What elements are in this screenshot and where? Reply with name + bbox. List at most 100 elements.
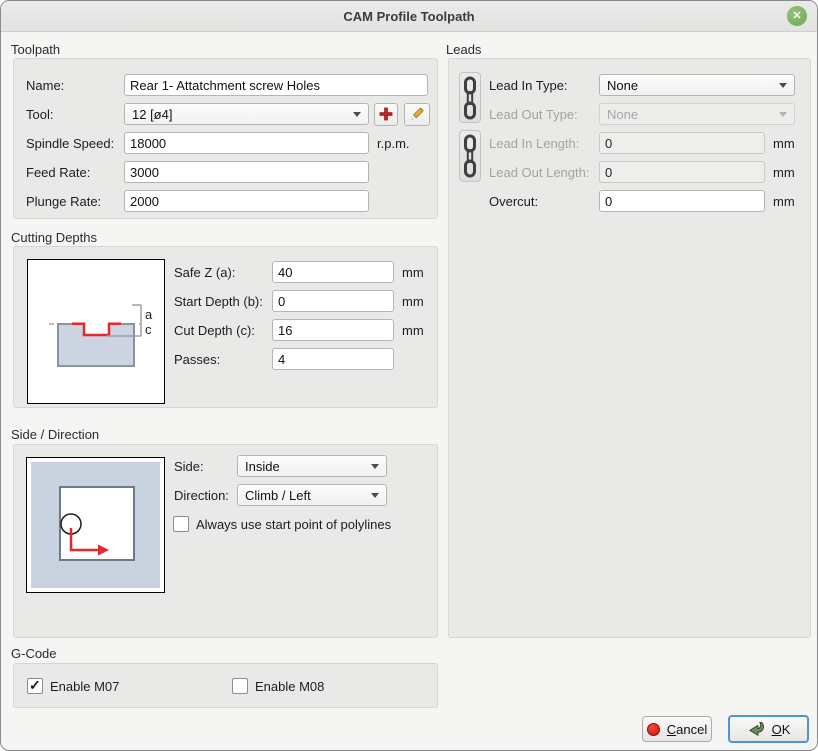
chevron-down-icon <box>779 83 787 88</box>
start-point-checkbox[interactable] <box>173 516 189 532</box>
cancel-button[interactable]: Cancel <box>642 716 712 742</box>
window-title: CAM Profile Toolpath <box>343 9 474 24</box>
lead-out-type-label: Lead Out Type: <box>489 107 599 122</box>
side-direction-group-label: Side / Direction <box>11 427 99 442</box>
svg-text:a: a <box>145 307 153 322</box>
cancel-button-label: Cancel <box>667 722 707 737</box>
direction-label: Direction: <box>174 488 237 503</box>
pencil-icon <box>409 106 425 122</box>
start-depth-row: Start Depth (b): mm <box>174 290 428 312</box>
start-depth-unit: mm <box>402 294 424 309</box>
name-label: Name: <box>26 78 124 93</box>
start-depth-input[interactable] <box>272 290 394 312</box>
add-tool-button[interactable] <box>374 103 398 126</box>
cut-depth-input[interactable] <box>272 319 394 341</box>
start-point-checkbox-label: Always use start point of polylines <box>196 517 391 532</box>
feed-rate-row: Feed Rate: <box>26 161 428 183</box>
side-value: Inside <box>245 459 280 474</box>
feed-rate-input[interactable] <box>124 161 369 183</box>
safe-z-label: Safe Z (a): <box>174 265 272 280</box>
gcode-group-label: G-Code <box>11 646 57 661</box>
plunge-rate-label: Plunge Rate: <box>26 194 124 209</box>
cutting-depths-diagram: a c <box>27 259 165 404</box>
lead-out-length-unit: mm <box>773 165 795 180</box>
depth-profile-illustration: a c <box>28 260 164 403</box>
tool-label: Tool: <box>26 107 124 122</box>
ok-button-label: OK <box>772 722 791 737</box>
lead-in-type-value: None <box>607 78 638 93</box>
cutting-depths-group-label: Cutting Depths <box>11 230 97 245</box>
enable-m07-label: Enable M07 <box>50 679 119 694</box>
lead-in-type-label: Lead In Type: <box>489 78 599 93</box>
feed-rate-label: Feed Rate: <box>26 165 124 180</box>
lead-in-length-row: Lead In Length: mm <box>489 132 801 154</box>
passes-row: Passes: <box>174 348 428 370</box>
tool-row: Tool: 12 [ø4] <box>26 103 428 125</box>
safe-z-input[interactable] <box>272 261 394 283</box>
leads-frame: Lead In Type: None Lead Out Type: None L… <box>448 58 811 638</box>
cut-depth-unit: mm <box>402 323 424 338</box>
lead-out-length-row: Lead Out Length: mm <box>489 161 801 183</box>
spindle-speed-label: Spindle Speed: <box>26 136 124 151</box>
chain-link-icon <box>461 134 479 178</box>
safe-z-unit: mm <box>402 265 424 280</box>
close-button[interactable]: ✕ <box>787 6 807 26</box>
direction-row: Direction: Climb / Left <box>174 484 428 506</box>
tool-select[interactable]: 12 [ø4] <box>124 103 369 125</box>
chevron-down-icon <box>371 493 379 498</box>
cut-depth-row: Cut Depth (c): mm <box>174 319 428 341</box>
enable-m07-checkbox[interactable] <box>27 678 43 694</box>
m08-row: Enable M08 <box>232 675 428 697</box>
plus-icon <box>379 107 393 121</box>
enable-m08-label: Enable M08 <box>255 679 324 694</box>
start-point-row: Always use start point of polylines <box>173 513 428 535</box>
side-row: Side: Inside <box>174 455 428 477</box>
chain-link-icon <box>461 76 479 120</box>
chevron-down-icon <box>779 112 787 117</box>
start-depth-label: Start Depth (b): <box>174 294 272 309</box>
passes-input[interactable] <box>272 348 394 370</box>
direction-select[interactable]: Climb / Left <box>237 484 387 506</box>
cutting-depths-frame: a c Safe Z (a): mm Start Depth (b): mm C… <box>13 246 438 408</box>
cancel-icon <box>647 723 660 736</box>
link-lead-types-button[interactable] <box>459 72 481 123</box>
lead-in-length-unit: mm <box>773 136 795 151</box>
lead-out-length-input <box>599 161 765 183</box>
safe-z-row: Safe Z (a): mm <box>174 261 428 283</box>
ok-button[interactable]: OK <box>728 715 809 743</box>
dialog-cam-profile-toolpath: CAM Profile Toolpath ✕ Toolpath Name: To… <box>0 0 818 751</box>
enable-m08-checkbox[interactable] <box>232 678 248 694</box>
side-label: Side: <box>174 459 237 474</box>
overcut-input[interactable] <box>599 190 765 212</box>
link-lead-lengths-button[interactable] <box>459 130 481 182</box>
chevron-down-icon <box>371 464 379 469</box>
spindle-speed-unit: r.p.m. <box>377 136 410 151</box>
edit-tool-button[interactable] <box>404 103 430 126</box>
svg-text:c: c <box>145 322 152 337</box>
chevron-down-icon <box>353 112 361 117</box>
lead-in-length-label: Lead In Length: <box>489 136 599 151</box>
name-row: Name: <box>26 74 428 96</box>
spindle-speed-input[interactable] <box>124 132 369 154</box>
ok-return-arrow-icon <box>747 721 765 737</box>
passes-label: Passes: <box>174 352 272 367</box>
lead-out-type-row: Lead Out Type: None <box>489 103 801 125</box>
spindle-speed-row: Spindle Speed: r.p.m. <box>26 132 428 154</box>
lead-out-length-label: Lead Out Length: <box>489 165 599 180</box>
toolpath-frame: Name: Tool: 12 [ø4] <box>13 58 438 219</box>
toolpath-group-label: Toolpath <box>11 42 60 57</box>
titlebar[interactable]: CAM Profile Toolpath ✕ <box>1 1 817 32</box>
lead-in-type-row: Lead In Type: None <box>489 74 801 96</box>
lead-out-type-value: None <box>607 107 638 122</box>
side-select[interactable]: Inside <box>237 455 387 477</box>
plunge-rate-input[interactable] <box>124 190 369 212</box>
leads-group-label: Leads <box>446 42 481 57</box>
side-direction-diagram <box>26 457 165 593</box>
side-direction-illustration <box>27 458 164 592</box>
overcut-unit: mm <box>773 194 795 209</box>
direction-value: Climb / Left <box>245 488 311 503</box>
lead-in-type-select[interactable]: None <box>599 74 795 96</box>
overcut-label: Overcut: <box>489 194 599 209</box>
name-input[interactable] <box>124 74 428 96</box>
close-icon: ✕ <box>792 11 801 22</box>
